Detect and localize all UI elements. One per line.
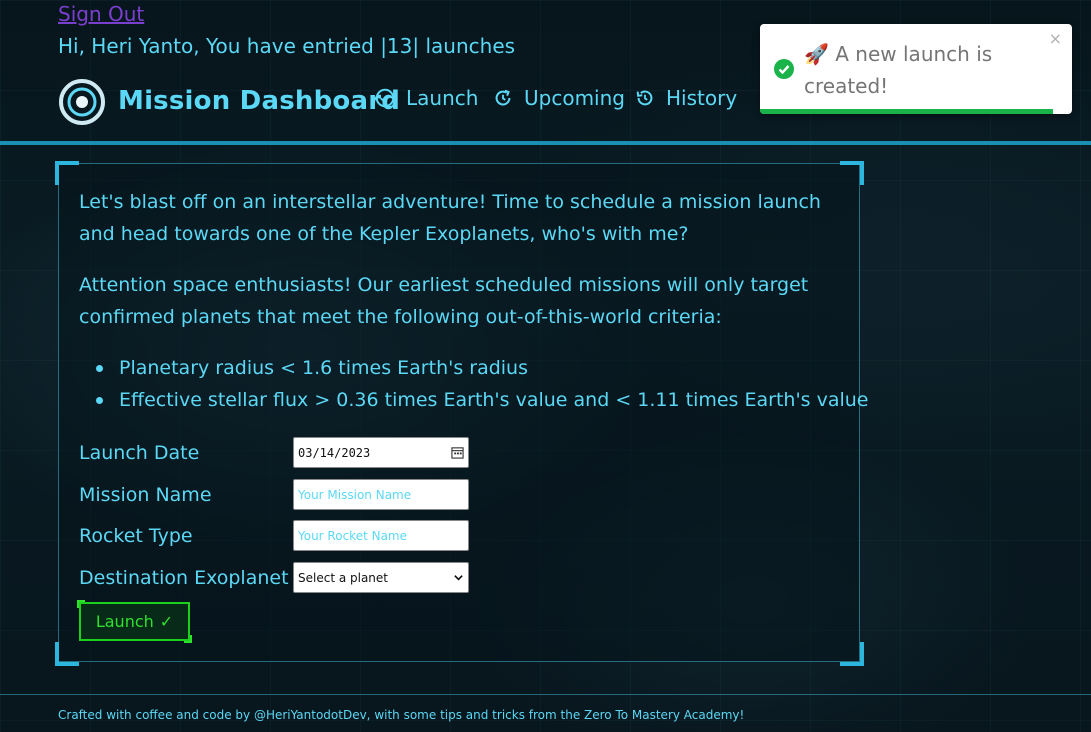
mission-name-label: Mission Name <box>79 484 212 506</box>
toast-message: 🚀 A new launch is created! <box>804 38 1039 102</box>
refresh-clock-icon <box>495 89 511 106</box>
toast-close-button[interactable]: × <box>1049 29 1062 48</box>
rocket-type-label: Rocket Type <box>79 525 193 547</box>
destination-selected-value: Select a planet <box>298 570 388 585</box>
toast-message-text: A new launch is created! <box>804 42 993 98</box>
destination-label: Destination Exoplanet <box>79 567 289 589</box>
nav-launch[interactable]: Launch <box>374 86 478 110</box>
launch-date-input[interactable]: 03/14/2023 <box>293 437 469 468</box>
checkmark-icon: ✓ <box>159 612 174 631</box>
success-toast: 🚀 A new launch is created! × <box>760 24 1072 114</box>
sign-out-link[interactable]: Sign Out <box>58 2 144 26</box>
frame-corner <box>840 642 864 666</box>
launch-submit-button[interactable]: Launch ✓ <box>77 600 192 643</box>
frame-corner <box>55 161 79 185</box>
intro-text: Let's blast off on an interstellar adven… <box>79 191 821 245</box>
success-check-icon <box>774 59 794 79</box>
launch-date-label: Launch Date <box>79 442 200 464</box>
history-icon <box>636 90 653 106</box>
launch-button-label: Launch <box>95 612 154 631</box>
app-logo <box>58 78 106 126</box>
nav-launch-label: Launch <box>406 86 479 110</box>
frame-corner <box>55 642 79 666</box>
rocket-type-input[interactable] <box>293 520 469 551</box>
criteria-list: Planetary radius < 1.6 times Earth's rad… <box>79 352 869 416</box>
mission-name-input[interactable] <box>293 479 469 510</box>
app-title: Mission Dashboard <box>118 86 401 116</box>
nav-upcoming-label: Upcoming <box>524 86 625 110</box>
criteria-item: Effective stellar flux > 0.36 times Eart… <box>79 384 869 416</box>
check-circle-icon <box>375 88 395 108</box>
nav-upcoming[interactable]: Upcoming <box>492 86 625 110</box>
footer-divider <box>0 694 1091 695</box>
frame-corner <box>840 161 864 185</box>
chevron-down-icon <box>454 575 463 581</box>
footer-credits: Crafted with coffee and code by @HeriYan… <box>58 708 745 722</box>
calendar-icon[interactable] <box>451 446 464 459</box>
criteria-item: Planetary radius < 1.6 times Earth's rad… <box>79 352 869 384</box>
criteria-intro-text: Attention space enthusiasts! Our earlies… <box>79 274 809 328</box>
rocket-icon: 🚀 <box>804 42 829 66</box>
toast-progress-bar <box>760 109 1054 114</box>
nav-history[interactable]: History <box>634 86 737 110</box>
user-greeting: Hi, Heri Yanto, You have entried |13| la… <box>58 34 516 58</box>
header-divider <box>0 141 1091 145</box>
launch-date-value: 03/14/2023 <box>298 445 371 460</box>
destination-select[interactable]: Select a planet <box>293 562 469 593</box>
nav-history-label: History <box>666 86 738 110</box>
